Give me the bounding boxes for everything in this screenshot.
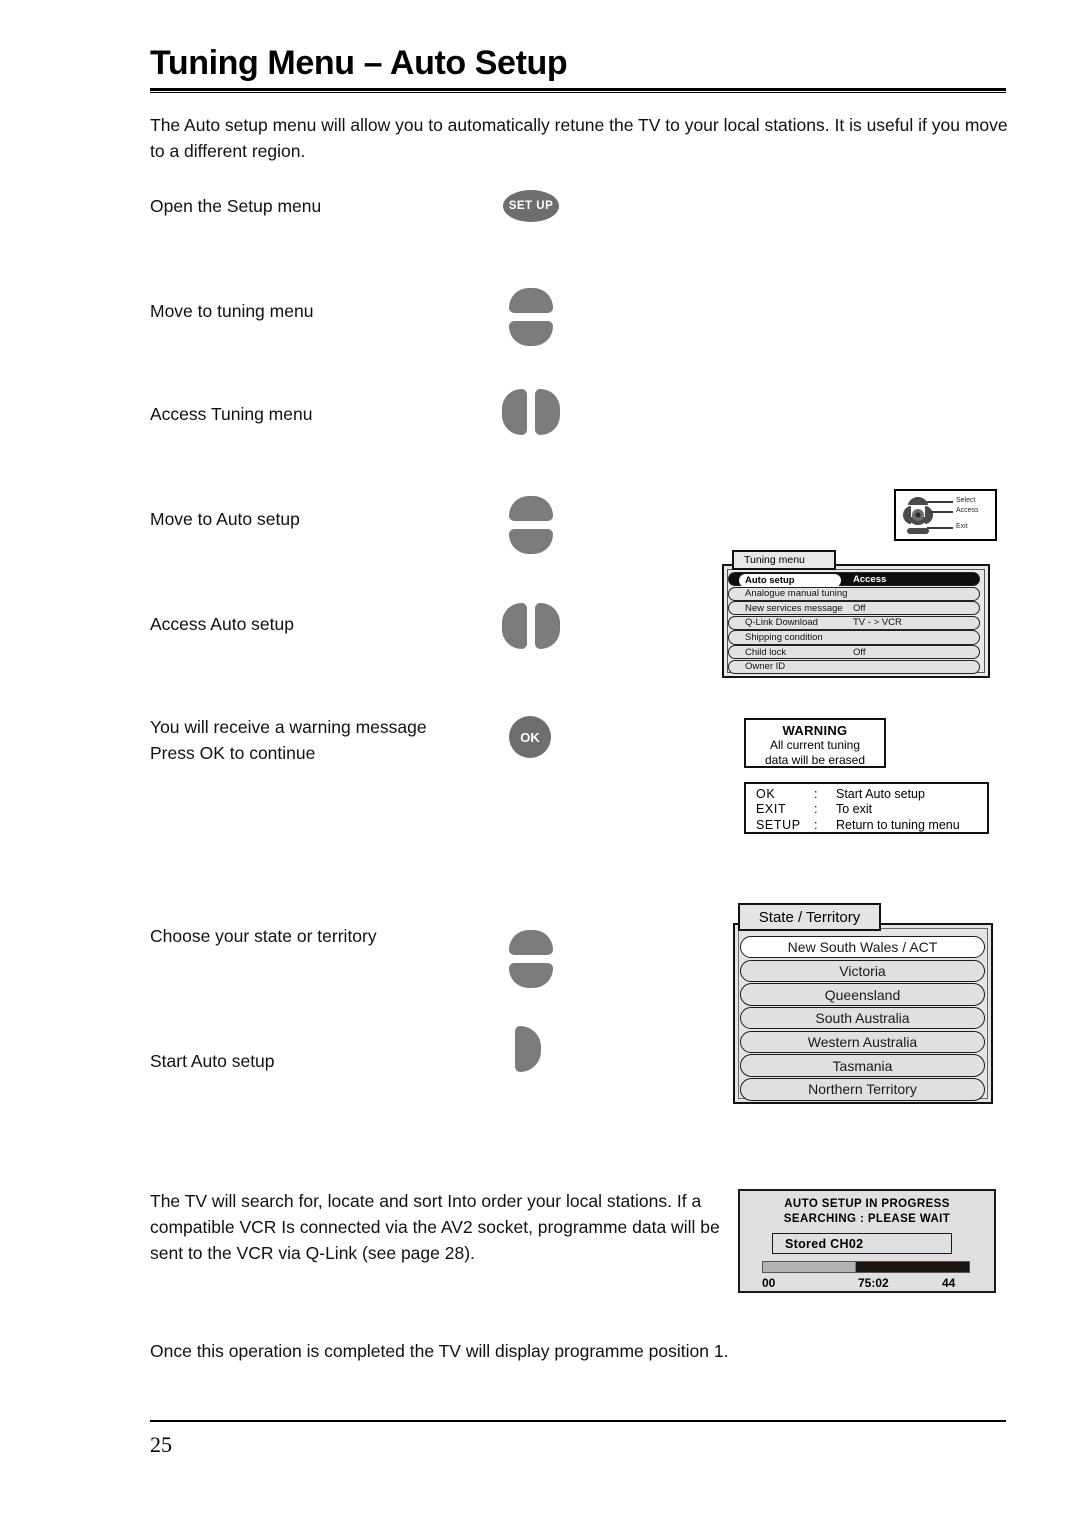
tuning-menu-row-new-services-message[interactable]: New services message Off (728, 601, 980, 616)
right-arrow-icon[interactable] (535, 389, 560, 435)
state-territory-title: State / Territory (738, 903, 881, 931)
tuning-menu-title: Tuning menu (732, 550, 836, 570)
row-label: Q-Link Download (745, 617, 818, 629)
down-arrow-icon[interactable] (509, 963, 553, 988)
legend-label-select: Select (956, 496, 976, 504)
down-arrow-icon[interactable] (509, 529, 553, 554)
state-territory-osd: State / Territory New South Wales / ACT … (730, 903, 993, 1104)
left-right-arrows-icon[interactable] (502, 603, 560, 649)
page-number: 25 (150, 1432, 172, 1457)
progress-left-value: 00 (762, 1276, 776, 1290)
progress-mid-value: 75:02 (858, 1276, 889, 1290)
state-item-tasmania[interactable]: Tasmania (740, 1054, 985, 1077)
row-label: Shipping condition (745, 632, 823, 644)
warning-key-row-exit: EXIT: To exit (756, 802, 987, 817)
warning-key-name: OK (756, 787, 776, 801)
tuning-menu-row-child-lock[interactable]: Child lock Off (728, 644, 980, 660)
legend-line-access (929, 511, 953, 513)
tuning-menu-row-analogue-manual-tuning[interactable]: Analogue manual tuning (728, 586, 980, 601)
up-down-arrows-icon[interactable] (509, 496, 553, 554)
up-arrow-icon[interactable] (509, 496, 553, 521)
step-label-start-auto-setup: Start Auto setup (150, 1051, 275, 1071)
finish-paragraph: Once this operation is completed the TV … (150, 1341, 729, 1361)
warning-dialog: WARNING All current tuning data will be … (744, 718, 886, 768)
up-arrow-icon[interactable] (509, 288, 553, 313)
step-label-access-tuning-menu: Access Tuning menu (150, 404, 313, 424)
row-label: Auto setup (739, 573, 841, 587)
legend-label-access: Access (956, 506, 979, 514)
right-arrow-key-icon[interactable] (515, 1026, 541, 1072)
tuning-menu-rows: Auto setup Access Analogue manual tuning… (728, 572, 980, 674)
state-item-northern-territory[interactable]: Northern Territory (740, 1078, 985, 1101)
row-value: Off (853, 602, 866, 614)
warning-key-name: EXIT (756, 802, 787, 817)
tuning-menu-row-shipping-condition[interactable]: Shipping condition (728, 630, 980, 645)
up-down-arrows-icon[interactable] (509, 288, 553, 346)
left-arrow-icon[interactable] (502, 389, 527, 435)
row-label: Analogue manual tuning (745, 588, 848, 600)
legend-line-exit (927, 527, 953, 529)
page-title: Tuning Menu – Auto Setup (150, 44, 568, 82)
footer-divider (150, 1420, 1006, 1422)
progress-bar (762, 1261, 970, 1273)
up-arrow-icon[interactable] (509, 930, 553, 955)
warning-key-action: Return to tuning menu (836, 817, 960, 832)
step-label-open-setup-menu: Open the Setup menu (150, 196, 322, 216)
legend-line-select (927, 501, 953, 503)
warning-key-separator: : (814, 802, 818, 817)
auto-setup-progress-osd: AUTO SETUP IN PROGRESS SEARCHING : PLEAS… (738, 1189, 996, 1293)
warning-key-separator: : (814, 817, 818, 832)
warning-key-action: Start Auto setup (836, 787, 925, 801)
warning-key-row-setup: SETUP: Return to tuning menu (756, 818, 987, 833)
state-item-western-australia[interactable]: Western Australia (740, 1030, 985, 1054)
warning-title: WARNING (782, 723, 848, 738)
row-label: Child lock (745, 646, 787, 658)
warning-key-action: To exit (836, 802, 873, 817)
row-label: Owner ID (745, 661, 786, 673)
row-value: Off (853, 646, 866, 658)
row-label: New services message (745, 602, 843, 614)
state-item-queensland[interactable]: Queensland (740, 983, 985, 1006)
progress-heading: AUTO SETUP IN PROGRESS SEARCHING : PLEAS… (783, 1198, 951, 1225)
warning-key-separator: : (814, 787, 818, 801)
search-paragraph: The TV will search for, locate and sort … (150, 1191, 720, 1263)
left-arrow-icon[interactable] (502, 603, 527, 649)
warning-key-name: SETUP (756, 817, 801, 832)
tuning-menu-row-owner-id[interactable]: Owner ID (728, 659, 980, 674)
setup-button-icon[interactable]: SET UP (503, 190, 559, 222)
right-arrow-icon[interactable] (515, 1026, 541, 1072)
title-divider (150, 88, 1006, 93)
row-value: TV - > VCR (853, 617, 902, 629)
warning-body: All current tuning data will be erased (764, 738, 866, 767)
left-right-arrows-icon[interactable] (502, 389, 560, 435)
tuning-menu-osd: Tuning menu Auto setup Access Analogue m… (722, 550, 990, 678)
navigation-legend: Select Access Exit (894, 489, 997, 541)
step-label-choose-state: Choose your state or territory (150, 926, 377, 946)
state-item-south-australia[interactable]: South Australia (740, 1007, 985, 1030)
progress-bar-fill (763, 1262, 856, 1272)
row-value: Access (853, 573, 887, 585)
up-down-arrows-icon[interactable] (509, 930, 553, 988)
step-label-access-auto-setup: Access Auto setup (150, 614, 294, 634)
progress-stored-channel: Stored CH02 (772, 1233, 952, 1254)
legend-label-exit: Exit (956, 522, 968, 530)
step-label-move-to-auto-setup: Move to Auto setup (150, 509, 300, 529)
right-arrow-icon[interactable] (535, 603, 560, 649)
progress-right-value: 44 (942, 1276, 956, 1290)
warning-key-row-ok: OK: Start Auto setup (756, 787, 987, 802)
state-territory-list: New South Wales / ACT Victoria Queenslan… (740, 936, 985, 1102)
down-arrow-icon[interactable] (509, 321, 553, 346)
intro-paragraph: The Auto setup menu will allow you to au… (150, 115, 1008, 161)
warning-key-legend: OK: Start Auto setup EXIT: To exit SETUP: R… (744, 782, 989, 834)
state-item-victoria[interactable]: Victoria (740, 959, 985, 983)
step-label-move-to-tuning-menu: Move to tuning menu (150, 301, 314, 321)
tuning-menu-row-q-link-download[interactable]: Q-Link Download TV - > VCR (728, 615, 980, 631)
state-item-new-south-wales-act[interactable]: New South Wales / ACT (740, 936, 985, 959)
tuning-menu-row-auto-setup[interactable]: Auto setup Access (728, 572, 980, 587)
ok-button-icon[interactable]: OK (509, 716, 551, 758)
step-label-warning-press-ok: You will receive a warning message Press… (150, 717, 427, 763)
